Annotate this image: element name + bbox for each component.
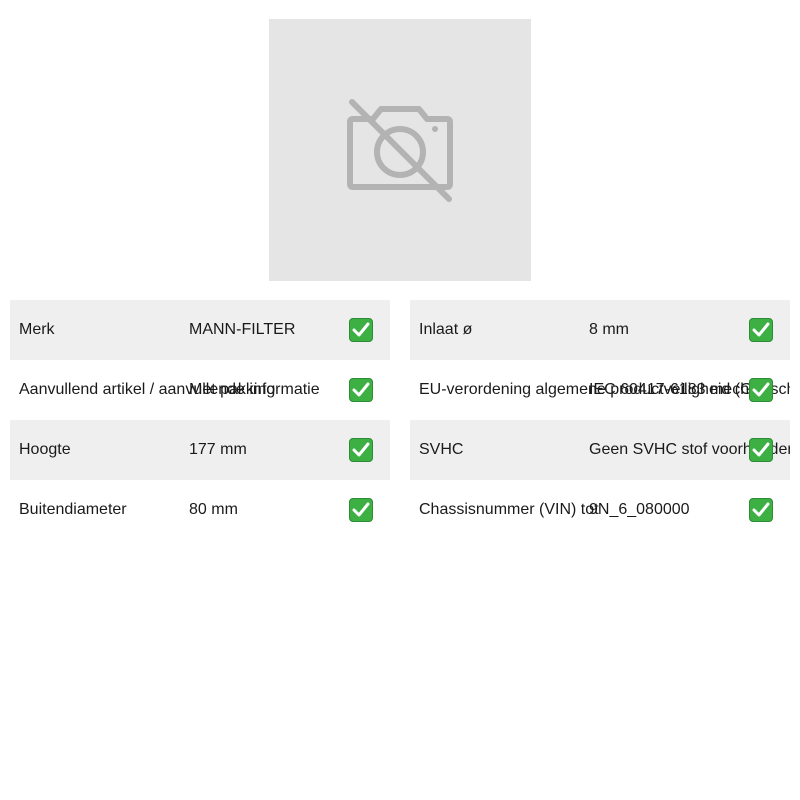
spec-value: Met pakking — [189, 381, 276, 398]
spec-row: Buitendiameter 80 mm — [10, 480, 390, 540]
check-icon — [749, 318, 773, 342]
spec-row: Hoogte 177 mm — [10, 420, 390, 480]
spec-row: Inlaat ø 8 mm — [410, 300, 790, 360]
check-icon — [349, 498, 373, 522]
spec-label: Chassisnummer (VIN) tot — [419, 501, 599, 518]
spec-label: Merk — [19, 321, 55, 338]
check-icon — [349, 438, 373, 462]
spec-label: Inlaat ø — [419, 321, 473, 338]
product-image-placeholder — [269, 19, 531, 281]
check-icon — [349, 378, 373, 402]
check-icon — [749, 498, 773, 522]
spec-label: Hoogte — [19, 441, 71, 458]
spec-value: 8 mm — [589, 321, 629, 338]
spec-label: Buitendiameter — [19, 501, 127, 518]
spec-row: Aanvullend artikel / aanvullende informa… — [10, 360, 390, 420]
check-icon — [349, 318, 373, 342]
spec-table-right: Inlaat ø 8 mm EU-verordening algemene pr… — [410, 300, 790, 540]
spec-value: 80 mm — [189, 501, 238, 518]
check-icon — [749, 378, 773, 402]
page: Merk MANN-FILTER Aanvullend artikel / aa… — [0, 0, 800, 800]
spec-value: MANN-FILTER — [189, 321, 296, 338]
spec-row: Chassisnummer (VIN) tot 9N_6_080000 — [410, 480, 790, 540]
spec-value: 177 mm — [189, 441, 247, 458]
no-photo-icon — [347, 99, 453, 202]
spec-value: 9N_6_080000 — [589, 501, 690, 518]
spec-label: SVHC — [419, 441, 464, 458]
spec-table-left: Merk MANN-FILTER Aanvullend artikel / aa… — [10, 300, 390, 540]
check-icon — [749, 438, 773, 462]
spec-row: Merk MANN-FILTER — [10, 300, 390, 360]
spec-row: SVHC Geen SVHC stof voorhanden — [410, 420, 790, 480]
spec-row: EU-verordening algemene productveilighei… — [410, 360, 790, 420]
